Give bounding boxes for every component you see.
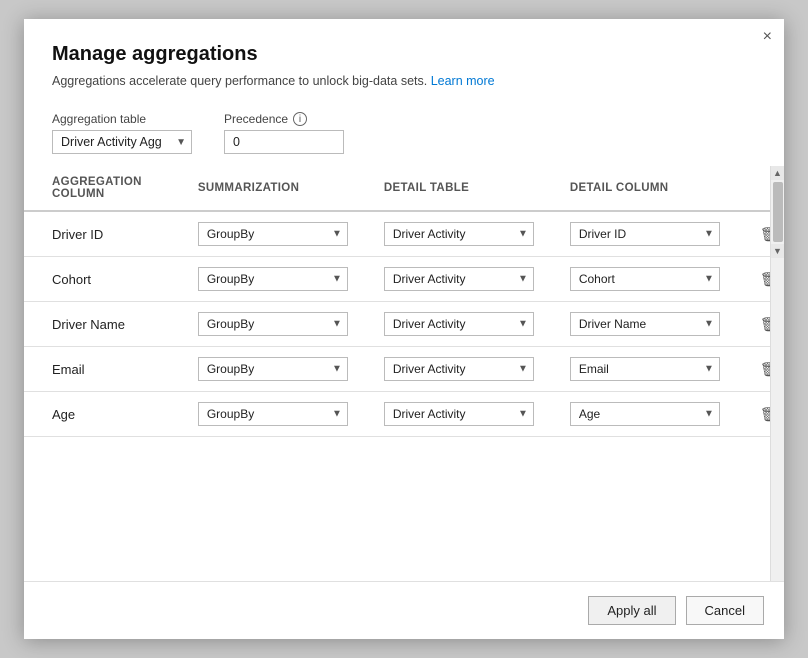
summarization-select[interactable]: GroupBySumCountMinMaxAverage [198,357,348,381]
aggregations-table-container: AGGREGATION COLUMN SUMMARIZATION DETAIL … [24,166,784,581]
scrollbar-thumb[interactable] [773,182,783,242]
table-header-row: AGGREGATION COLUMN SUMMARIZATION DETAIL … [24,166,784,211]
info-icon: i [293,112,307,126]
detail-column-select[interactable]: Driver IDCohortDriver NameEmailAge [570,222,720,246]
agg-col-cell: Email [24,347,170,392]
dialog-title: Manage aggregations [52,43,756,66]
agg-col-cell: Cohort [24,257,170,302]
table-row: Cohort GroupBySumCountMinMaxAverage▼ Drive… [24,257,784,302]
toolbar-row: Aggregation table Driver Activity Agg ▼ … [24,104,784,166]
col-header-detail-column: DETAIL COLUMN [542,166,728,211]
detail-column-select-wrapper: Driver IDCohortDriver NameEmailAge▼ [570,357,720,381]
detail-column-select-wrapper: Driver IDCohortDriver NameEmailAge▼ [570,312,720,336]
table-row: Driver IDGroupBySumCountMinMaxAverage▼Dr… [24,211,784,257]
detail-table-select-wrapper: Driver Activity▼ [384,267,534,291]
table-row: Driver Name GroupBySumCountMinMaxAverage▼… [24,302,784,347]
detail-table-select[interactable]: Driver Activity [384,312,534,336]
detail-column-select-wrapper: Driver IDCohortDriver NameEmailAge▼ [570,402,720,426]
detail-table-select[interactable]: Driver Activity [384,402,534,426]
precedence-field: Precedence i [224,112,344,154]
summarization-select[interactable]: GroupBySumCountMinMaxAverage [198,312,348,336]
precedence-input[interactable] [224,130,344,154]
table-scroll-area[interactable]: AGGREGATION COLUMN SUMMARIZATION DETAIL … [24,166,784,581]
col-header-aggregation-column: AGGREGATION COLUMN [24,166,170,211]
detail-column-select[interactable]: Driver IDCohortDriver NameEmailAge [570,267,720,291]
summarization-select-wrapper: GroupBySumCountMinMaxAverage▼ [198,402,348,426]
detail-table-select-wrapper: Driver Activity▼ [384,222,534,246]
agg-col-cell: Driver ID [24,211,170,257]
agg-col-cell: Driver Name [24,302,170,347]
col-header-summarization: SUMMARIZATION [170,166,356,211]
manage-aggregations-dialog: × Manage aggregations Aggregations accel… [24,19,784,639]
detail-table-select[interactable]: Driver Activity [384,357,534,381]
detail-column-select[interactable]: Driver IDCohortDriver NameEmailAge [570,312,720,336]
col-header-detail-table: DETAIL TABLE [356,166,542,211]
agg-col-cell: Age [24,392,170,437]
summarization-select[interactable]: GroupBySumCountMinMaxAverage [198,222,348,246]
aggregations-table: AGGREGATION COLUMN SUMMARIZATION DETAIL … [24,166,784,437]
summarization-select-wrapper: GroupBySumCountMinMaxAverage▼ [198,357,348,381]
summarization-select[interactable]: GroupBySumCountMinMaxAverage [198,402,348,426]
detail-column-select[interactable]: Driver IDCohortDriver NameEmailAge [570,402,720,426]
summarization-select-wrapper: GroupBySumCountMinMaxAverage▼ [198,267,348,291]
aggregation-table-select-wrapper: Driver Activity Agg ▼ [52,130,192,154]
summarization-select-wrapper: GroupBySumCountMinMaxAverage▼ [198,222,348,246]
table-row: Email GroupBySumCountMinMaxAverage▼ Driver… [24,347,784,392]
apply-all-button[interactable]: Apply all [588,596,675,625]
precedence-label: Precedence i [224,112,344,126]
close-button[interactable]: × [763,29,772,45]
summarization-select-wrapper: GroupBySumCountMinMaxAverage▼ [198,312,348,336]
scrollbar-down-button[interactable]: ▼ [771,244,785,258]
detail-table-select-wrapper: Driver Activity▼ [384,312,534,336]
table-row: Age GroupBySumCountMinMaxAverage▼ Driver A… [24,392,784,437]
detail-table-select-wrapper: Driver Activity▼ [384,402,534,426]
detail-table-select[interactable]: Driver Activity [384,267,534,291]
dialog-header: Manage aggregations Aggregations acceler… [24,19,784,104]
detail-column-select-wrapper: Driver IDCohortDriver NameEmailAge▼ [570,267,720,291]
dialog-subtitle: Aggregations accelerate query performanc… [52,74,756,88]
summarization-select[interactable]: GroupBySumCountMinMaxAverage [198,267,348,291]
learn-more-link[interactable]: Learn more [431,74,495,88]
detail-table-select[interactable]: Driver Activity [384,222,534,246]
scrollbar-track: ▲ ▼ [770,166,784,581]
aggregation-table-field: Aggregation table Driver Activity Agg ▼ [52,112,192,154]
detail-table-select-wrapper: Driver Activity▼ [384,357,534,381]
cancel-button[interactable]: Cancel [686,596,764,625]
aggregation-table-label: Aggregation table [52,112,192,126]
detail-column-select[interactable]: Driver IDCohortDriver NameEmailAge [570,357,720,381]
detail-column-select-wrapper: Driver IDCohortDriver NameEmailAge▼ [570,222,720,246]
aggregation-table-select[interactable]: Driver Activity Agg [52,130,192,154]
scrollbar-up-button[interactable]: ▲ [771,166,785,180]
dialog-footer: Apply all Cancel [24,581,784,639]
